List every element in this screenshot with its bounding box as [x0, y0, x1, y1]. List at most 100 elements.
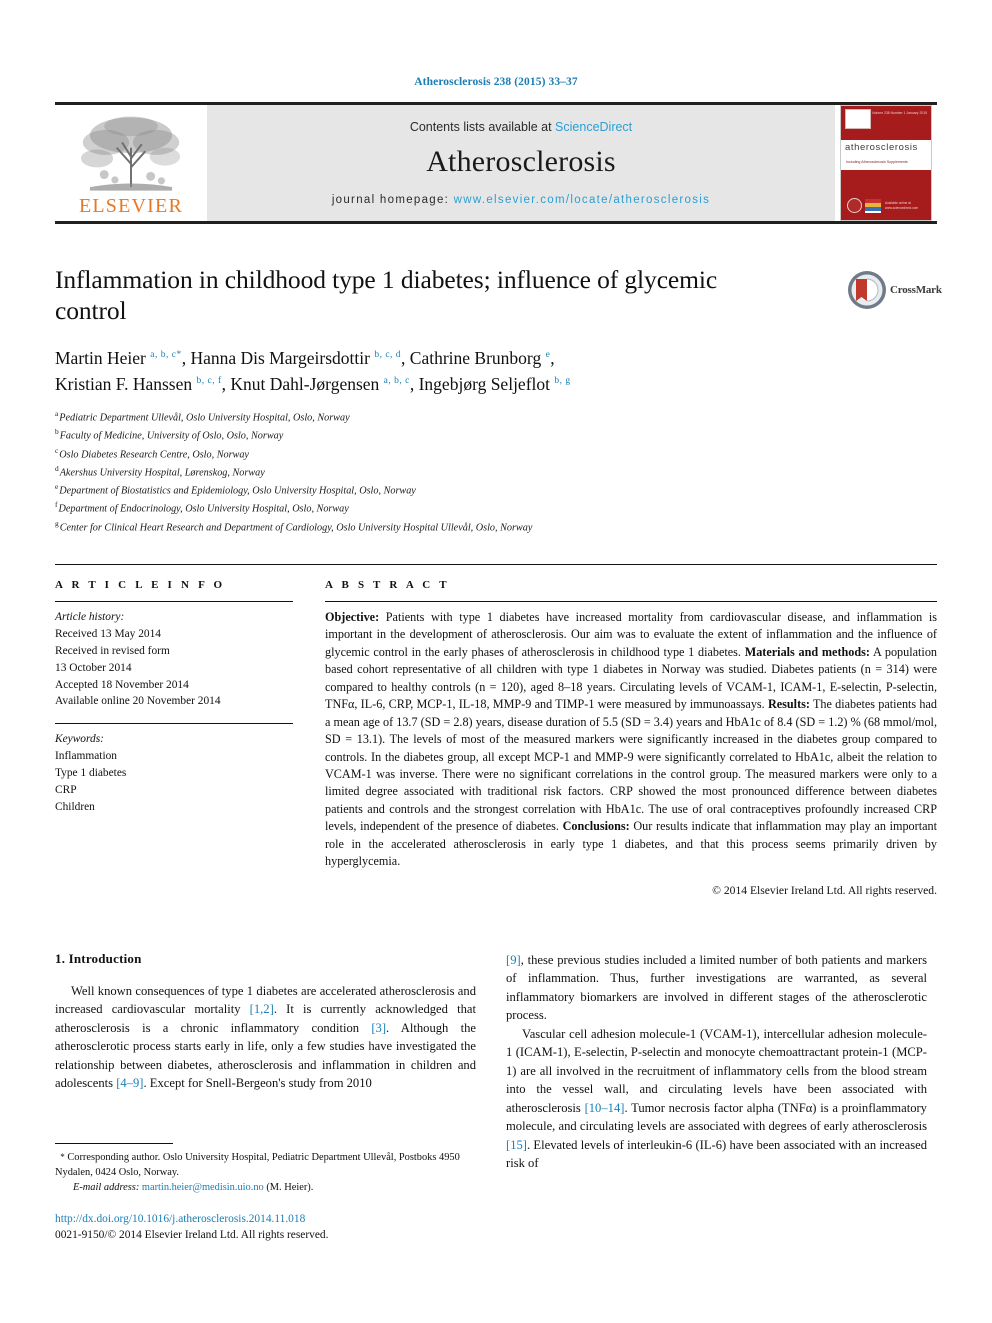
article-info-heading: A R T I C L E I N F O	[55, 579, 226, 592]
cover-elsevier-mark	[845, 109, 871, 129]
affiliation-item: cOslo Diabetes Research Centre, Oslo, No…	[55, 445, 937, 463]
cover-journal-title: atherosclerosis	[845, 142, 918, 154]
homepage-url-link[interactable]: www.elsevier.com/locate/atherosclerosis	[454, 194, 711, 206]
citation-link[interactable]: [4–9]	[116, 1076, 143, 1090]
citation-link[interactable]: [3]	[371, 1021, 386, 1035]
keyword-item: Children	[55, 800, 95, 813]
keywords-rule	[55, 723, 293, 725]
cover-top-band: Volume 238 Number 1 January 2015	[841, 106, 931, 141]
email-owner: (M. Heier).	[266, 1182, 314, 1194]
sciencedirect-link[interactable]: ScienceDirect	[555, 120, 632, 134]
article-history-title: Article history:	[55, 611, 125, 624]
footnote-asterisk: *	[60, 1152, 65, 1162]
citation-link[interactable]: [1,2]	[250, 1002, 274, 1016]
abstract-section-label: Results:	[767, 697, 810, 712]
homepage-label: journal homepage:	[331, 194, 454, 206]
contents-available-line: Contents lists available at ScienceDirec…	[410, 120, 632, 134]
author-entry: Hanna Dis Margeirsdottir b, c, d	[190, 348, 402, 369]
crossmark-label: CrossMark	[890, 284, 942, 296]
corresponding-author-marker[interactable]: *	[176, 350, 181, 360]
abstract-section-label: Materials and methods:	[744, 644, 870, 659]
corresponding-author-footnote: * Corresponding author. Oslo University …	[55, 1143, 476, 1195]
citation-link[interactable]: [15]	[506, 1138, 527, 1152]
author-entry: Knut Dahl-Jørgensen a, b, c	[230, 373, 410, 394]
email-label: E-mail address:	[73, 1182, 140, 1194]
keyword-item: CRP	[55, 783, 77, 796]
footnote-rule	[55, 1143, 173, 1144]
doi-link[interactable]: http://dx.doi.org/10.1016/j.atherosclero…	[55, 1212, 555, 1228]
author-affil-marks: b, c, f	[196, 375, 222, 386]
body-paragraph: [9], these previous studies included a l…	[506, 952, 927, 1023]
citation-link[interactable]: [10–14]	[585, 1101, 625, 1115]
affiliation-text: Akershus University Hospital, Lørenskog,…	[59, 467, 265, 479]
affiliation-item: bFaculty of Medicine, University of Oslo…	[55, 426, 937, 444]
affiliation-text: Department of Biostatistics and Epidemio…	[59, 485, 416, 497]
journal-masthead: ELSEVIER Contents lists available at Sci…	[55, 102, 937, 224]
author-entry: Cathrine Brunborg e	[409, 348, 551, 369]
affiliation-text: Center for Clinical Heart Research and D…	[59, 522, 533, 534]
author-affil-marks: b, g	[554, 375, 571, 386]
contents-prefix: Contents lists available at	[409, 120, 556, 134]
author-affil-marks: b, c, d	[374, 350, 402, 361]
body-paragraph: Vascular cell adhesion molecule-1 (VCAM-…	[506, 1026, 927, 1171]
abstract-column: A B S T R A C T Objective: Patients with…	[325, 579, 937, 897]
article-info-rule	[55, 601, 293, 603]
affiliation-mark: e	[55, 482, 59, 492]
author-affil-marks: a, b, c	[150, 350, 177, 361]
abstract-section-text: The diabetes patients had a mean age of …	[325, 697, 937, 834]
affiliation-item: aPediatric Department Ullevål, Oslo Univ…	[55, 408, 937, 426]
keyword-item: Type 1 diabetes	[55, 767, 127, 780]
email-link[interactable]: martin.heier@medisin.uio.no	[142, 1182, 264, 1193]
affiliation-item: gCenter for Clinical Heart Research and …	[55, 518, 937, 536]
body-paragraph: Well known consequences of type 1 diabet…	[55, 983, 476, 1091]
running-head: Atherosclerosis 238 (2015) 33–37	[414, 76, 578, 88]
article-history-item: Available online 20 November 2014	[55, 695, 221, 708]
title-block: Inflammation in childhood type 1 diabete…	[55, 264, 942, 536]
body-column-left: 1. Introduction Well known consequences …	[55, 951, 476, 1173]
affiliation-item: dAkershus University Hospital, Lørenskog…	[55, 463, 937, 481]
affiliation-text: Department of Endocrinology, Oslo Univer…	[58, 503, 349, 515]
journal-cover-thumbnail: Volume 238 Number 1 January 2015 atheros…	[835, 105, 937, 221]
crossmark-badge[interactable]: CrossMark	[847, 266, 942, 314]
author-affil-marks: e	[545, 350, 551, 361]
elsevier-tree-icon	[77, 112, 185, 196]
cover-volume-note: Volume 238 Number 1 January 2015	[871, 111, 927, 115]
issn-copyright-line: 0021-9150/© 2014 Elsevier Ireland Ltd. A…	[55, 1228, 329, 1241]
affiliation-mark: b	[55, 427, 59, 437]
cover-footer-note: Available online at www.sciencedirect.co…	[885, 201, 919, 211]
abstract-heading: A B S T R A C T	[325, 579, 450, 592]
affiliation-item: eDepartment of Biostatistics and Epidemi…	[55, 481, 937, 499]
affiliation-text: Oslo Diabetes Research Centre, Oslo, Nor…	[59, 448, 249, 460]
article-history-item: Received 13 May 2014	[55, 627, 161, 640]
introduction-heading: 1. Introduction	[55, 950, 142, 966]
document-footer: http://dx.doi.org/10.1016/j.atherosclero…	[55, 1212, 555, 1244]
info-abstract-section: A R T I C L E I N F O Article history: R…	[55, 564, 937, 897]
footnote-corresponding-text: Corresponding author. Oslo University Ho…	[55, 1152, 460, 1179]
author-affil-marks: a, b, c	[383, 375, 410, 386]
cover-badge-icon	[865, 199, 881, 213]
author-entry: Kristian F. Hanssen b, c, f	[55, 373, 222, 394]
page-title: Inflammation in childhood type 1 diabete…	[55, 265, 718, 326]
keywords-title: Keywords:	[55, 733, 104, 746]
journal-title: Atherosclerosis	[426, 145, 616, 178]
cover-subtitle: Including Atherosclerosis Supplements	[846, 159, 908, 164]
affiliation-list: aPediatric Department Ullevål, Oslo Univ…	[55, 408, 937, 536]
affiliation-text: Pediatric Department Ullevål, Oslo Unive…	[59, 412, 350, 424]
abstract-body: Objective: Patients with type 1 diabetes…	[325, 609, 937, 871]
author-list: Martin Heier a, b, c*, Hanna Dis Margeir…	[55, 348, 571, 394]
abstract-section-label: Conclusions:	[562, 819, 630, 834]
abstract-copyright: © 2014 Elsevier Ireland Ltd. All rights …	[712, 883, 937, 897]
affiliation-mark: g	[55, 518, 59, 528]
author-entry: Martin Heier a, b, c*	[55, 348, 182, 369]
cover-seal-icon	[847, 198, 862, 213]
affiliation-mark: d	[55, 463, 59, 473]
cover-image: Volume 238 Number 1 January 2015 atheros…	[840, 105, 932, 221]
elsevier-wordmark: ELSEVIER	[78, 195, 184, 217]
article-history-item: Received in revised form	[55, 644, 170, 657]
introduction-section: 1. Introduction Well known consequences …	[55, 951, 937, 1173]
article-info-column: A R T I C L E I N F O Article history: R…	[55, 579, 293, 897]
affiliation-item: fDepartment of Endocrinology, Oslo Unive…	[55, 499, 937, 517]
elsevier-logo: ELSEVIER	[55, 105, 207, 221]
citation-link[interactable]: [9]	[506, 953, 521, 967]
keywords-block: Keywords: Inflammation Type 1 diabetes C…	[55, 723, 293, 815]
